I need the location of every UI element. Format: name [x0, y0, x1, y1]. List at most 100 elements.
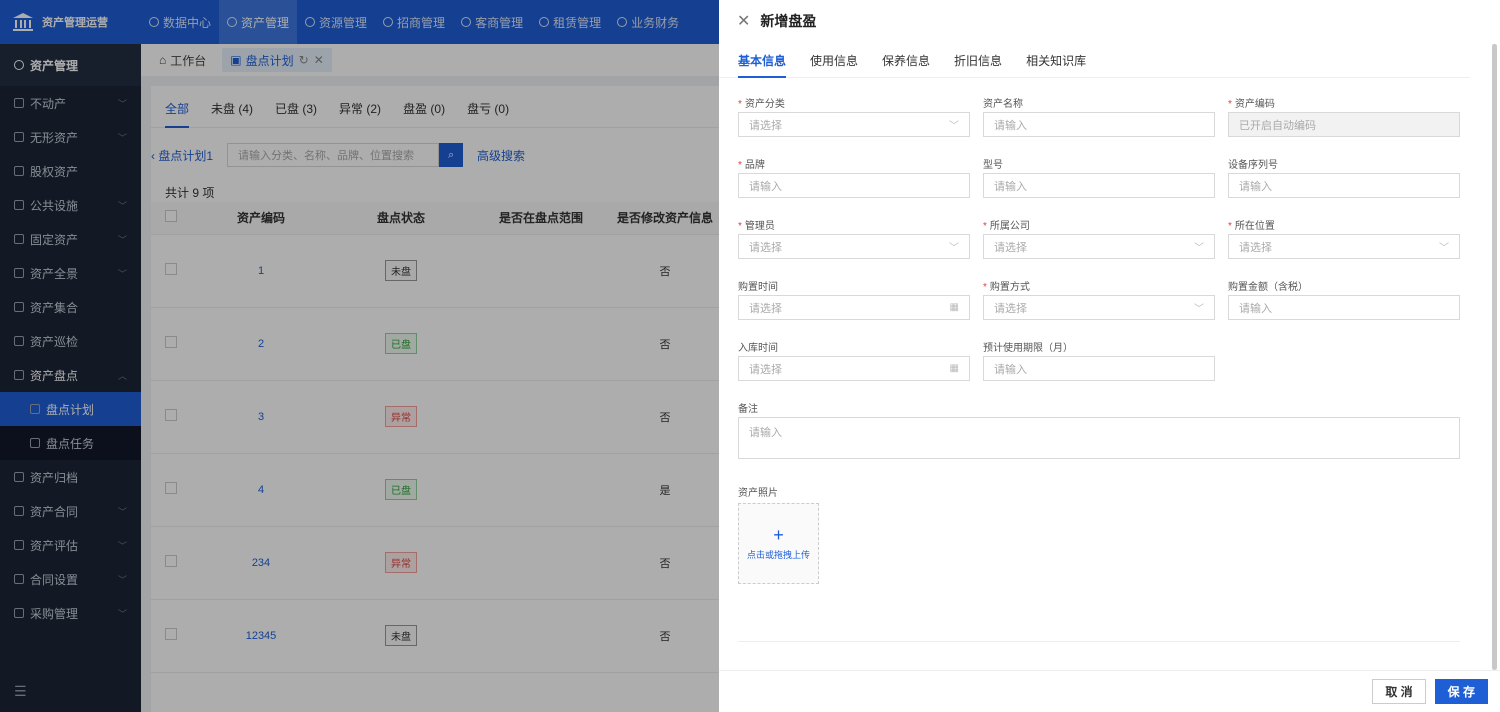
form-row: * 品牌 请输入 型号 请输入 设备序列号 请输入: [738, 153, 1460, 198]
drawer-tab-2[interactable]: 保养信息: [882, 52, 930, 78]
field-placeholder: 请选择: [749, 241, 782, 254]
form-field: 设备序列号 请输入: [1228, 153, 1460, 198]
plus-icon: +: [773, 525, 784, 545]
form-field: * 所属公司请选择 ﹀: [983, 214, 1215, 259]
text-input[interactable]: 请输入: [1228, 295, 1460, 320]
remark-textarea[interactable]: 请输入: [738, 417, 1460, 459]
field-label: * 品牌: [738, 153, 970, 173]
form-row: 入库时间请选择 ▦ 预计使用期限（月） 请输入: [738, 336, 1460, 381]
field-label: * 资产分类: [738, 92, 970, 112]
select-field[interactable]: 请选择 ﹀: [1228, 234, 1460, 259]
save-button[interactable]: 保 存: [1434, 679, 1488, 704]
photo-label: 资产照片: [738, 488, 778, 499]
required-mark: *: [738, 99, 742, 110]
field-label: 型号: [983, 153, 1215, 173]
form-field: * 所在位置 请选择 ﹀: [1228, 214, 1460, 259]
drawer-tab-1[interactable]: 使用信息: [810, 52, 858, 78]
add-surplus-drawer: ✕ 新增盘盈 基本信息 使用信息 保养信息 折旧信息 相关知识库 * 资产分类 请选择 ﹀ 资产…: [719, 0, 1500, 712]
field-label-text: 设备序列号: [1228, 160, 1278, 171]
field-label-text: 资产分类: [744, 99, 785, 110]
form-field: * 品牌请输入: [738, 153, 970, 198]
field-placeholder: 请选择: [749, 302, 782, 315]
drawer-tab-0[interactable]: 基本信息: [738, 52, 787, 78]
asset-form: * 资产分类 请选择 ﹀ 资产名称 请输入 * 资产编码 已开启自动编码 * 品牌 请输入 型号 请输入设…: [738, 92, 1460, 584]
field-label-text: 所属公司: [989, 221, 1030, 232]
select-field[interactable]: 请选择 ﹀: [983, 295, 1215, 320]
required-mark: *: [1228, 221, 1232, 232]
drawer-scrollbar[interactable]: [1492, 44, 1497, 670]
field-label-text: 管理员: [744, 221, 775, 232]
field-label-text: 预计使用期限（月）: [983, 343, 1073, 354]
field-label-text: 入库时间: [738, 343, 778, 354]
text-input[interactable]: 请输入: [983, 112, 1215, 137]
text-input[interactable]: 请输入: [983, 356, 1215, 381]
chevron-down-icon: ﹀: [949, 121, 959, 132]
field-label-text: 资产编码: [1234, 99, 1275, 110]
field-placeholder: 请选择: [994, 241, 1027, 254]
form-field: 入库时间请选择 ▦: [738, 336, 970, 381]
form-field: * 购置方式 请选择 ﹀: [983, 275, 1215, 320]
chevron-down-icon: ﹀: [1194, 304, 1204, 315]
form-field: * 资产分类请选择 ﹀: [738, 92, 970, 137]
drawer-tab-3[interactable]: 折旧信息: [954, 52, 1002, 78]
text-input[interactable]: 请输入: [738, 173, 970, 198]
form-divider: [738, 641, 1460, 642]
chevron-down-icon: ﹀: [1439, 243, 1449, 254]
modal-overlay[interactable]: [0, 0, 719, 712]
field-placeholder: 请输入: [1239, 180, 1272, 193]
form-field: 预计使用期限（月） 请输入: [983, 336, 1215, 381]
field-placeholder: 请输入: [994, 180, 1027, 193]
form-field: 资产名称请输入: [983, 92, 1215, 137]
field-label: 入库时间: [738, 336, 970, 356]
field-label: * 购置方式: [983, 275, 1215, 295]
field-label-text: 购置时间: [738, 282, 778, 293]
drawer-footer: 取 消 保 存: [719, 670, 1500, 712]
form-field: * 资产编码已开启自动编码: [1228, 92, 1460, 137]
cancel-button[interactable]: 取 消: [1372, 679, 1426, 704]
field-placeholder: 请选择: [749, 363, 782, 376]
field-placeholder: 请选择: [1239, 241, 1272, 254]
drawer-header: ✕ 新增盘盈: [719, 0, 1500, 42]
field-label: * 资产编码: [1228, 92, 1460, 112]
field-placeholder: 请输入: [994, 119, 1027, 132]
field-label-text: 购置方式: [989, 282, 1030, 293]
text-input[interactable]: 请输入: [983, 173, 1215, 198]
field-placeholder: 已开启自动编码: [1239, 119, 1316, 132]
required-mark: *: [983, 221, 987, 232]
drawer-title: 新增盘盈: [760, 13, 817, 29]
field-placeholder: 请输入: [749, 180, 782, 193]
photo-upload[interactable]: + 点击或拖拽上传: [738, 503, 819, 584]
form-row: * 管理员 请选择 ﹀ * 所属公司 请选择 ﹀ * 所在位置 请选择 ﹀: [738, 214, 1460, 259]
select-field[interactable]: 请选择 ﹀: [983, 234, 1215, 259]
form-field: 购置时间请选择 ▦: [738, 275, 970, 320]
field-label-text: 资产名称: [983, 99, 1023, 110]
field-label-text: 购置金额（含税）: [1228, 282, 1308, 293]
form-field: * 管理员 请选择 ﹀: [738, 214, 970, 259]
close-icon[interactable]: ✕: [737, 11, 750, 31]
form-field: 购置金额（含税） 请输入: [1228, 275, 1460, 320]
text-input[interactable]: 请输入: [1228, 173, 1460, 198]
field-label: 购置金额（含税）: [1228, 275, 1460, 295]
field-placeholder: 请输入: [1239, 302, 1272, 315]
form-row: * 资产分类 请选择 ﹀ 资产名称 请输入 * 资产编码 已开启自动编码: [738, 92, 1460, 137]
remark-label: 备注: [738, 404, 758, 415]
date-picker[interactable]: 请选择 ▦: [738, 356, 970, 381]
drawer-tab-4[interactable]: 相关知识库: [1026, 52, 1086, 78]
upload-text: 点击或拖拽上传: [746, 550, 810, 560]
text-input: 已开启自动编码: [1228, 112, 1460, 137]
form-field: 型号请输入: [983, 153, 1215, 198]
required-mark: *: [1228, 99, 1232, 110]
field-label: * 所属公司: [983, 214, 1215, 234]
select-field[interactable]: 请选择 ﹀: [738, 234, 970, 259]
app-root: 资产管理运营 数据中心 资产管理 资源管理 招商管理 客商管理 租赁管理 业务财务 资产管理…: [0, 0, 1500, 712]
field-label: 资产名称: [983, 92, 1215, 112]
field-placeholder: 请选择: [749, 119, 782, 132]
field-label: 购置时间: [738, 275, 970, 295]
date-picker[interactable]: 请选择 ▦: [738, 295, 970, 320]
field-placeholder: 请输入: [994, 363, 1027, 376]
select-field[interactable]: 请选择 ﹀: [738, 112, 970, 137]
chevron-down-icon: ﹀: [1194, 243, 1204, 254]
field-label: * 管理员: [738, 214, 970, 234]
field-label-text: 型号: [983, 160, 1003, 171]
calendar-icon: ▦: [949, 363, 959, 374]
